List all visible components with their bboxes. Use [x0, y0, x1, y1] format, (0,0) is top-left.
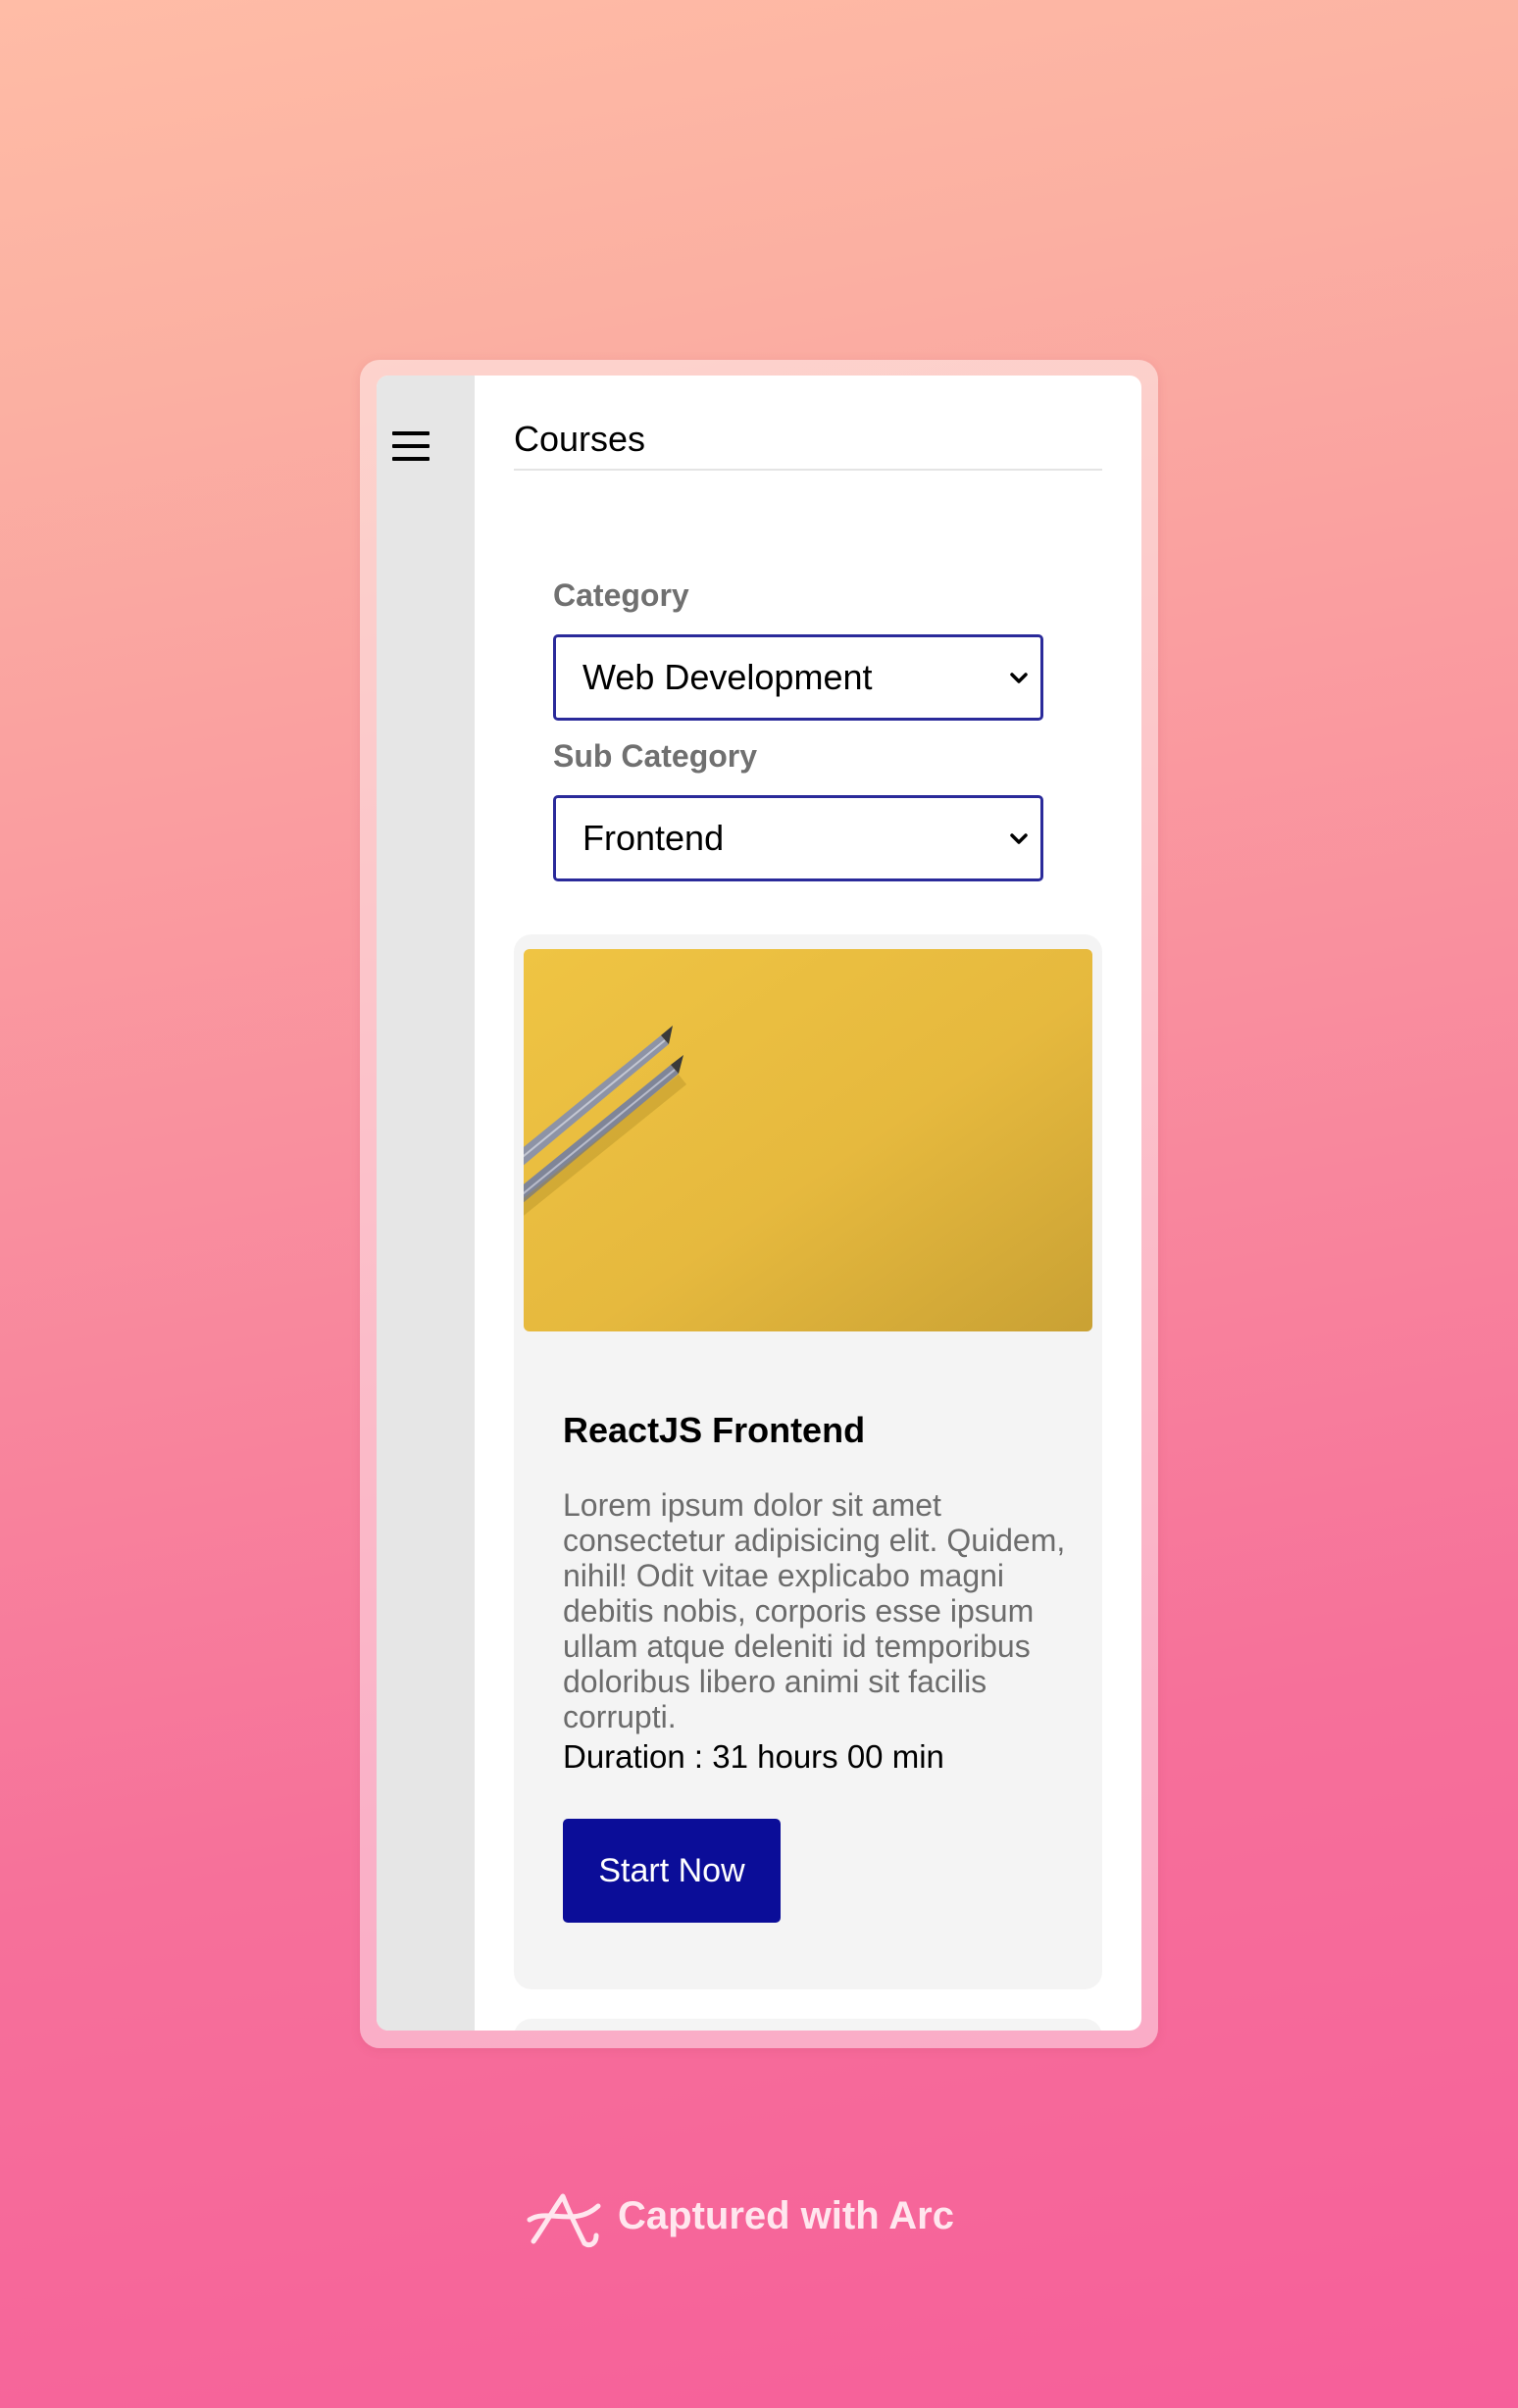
capture-caption: Captured with Arc — [618, 2194, 954, 2237]
course-image — [524, 949, 1092, 1331]
hamburger-menu-icon[interactable] — [392, 431, 430, 461]
app-window: Courses Category Web Development Sub Cat… — [377, 376, 1141, 2031]
subcategory-label: Sub Category — [553, 738, 758, 774]
start-now-button[interactable]: Start Now — [563, 1819, 781, 1923]
subcategory-select[interactable]: Frontend — [553, 795, 1043, 881]
category-label: Category — [553, 577, 689, 613]
sidebar — [377, 376, 475, 2031]
category-select[interactable]: Web Development — [553, 634, 1043, 721]
title-divider — [514, 469, 1102, 471]
chevron-down-icon — [1010, 833, 1028, 844]
course-card: ReactJS Frontend Lorem ipsum dolor sit a… — [514, 934, 1102, 1989]
course-duration: Duration : 31 hours 00 min — [563, 1738, 944, 1775]
course-card — [514, 2019, 1102, 2031]
main-content: Courses Category Web Development Sub Cat… — [475, 376, 1141, 2031]
page-title: Courses — [514, 419, 646, 459]
course-description: Lorem ipsum dolor sit amet consectetur a… — [563, 1487, 1066, 1734]
chevron-down-icon — [1010, 673, 1028, 683]
category-select-value: Web Development — [582, 657, 873, 697]
arc-logo-icon — [527, 2193, 601, 2248]
subcategory-select-value: Frontend — [582, 818, 725, 858]
course-title: ReactJS Frontend — [563, 1410, 866, 1450]
